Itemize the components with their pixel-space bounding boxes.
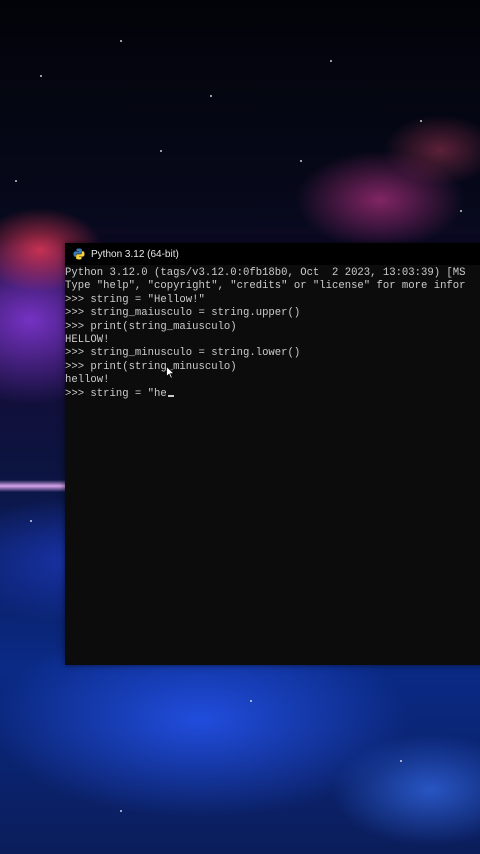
- console-line: Type "help", "copyright", "credits" or "…: [65, 280, 466, 293]
- console-input-text: >>> string = "he: [65, 387, 167, 400]
- console-line: >>> string = "Hellow!": [65, 293, 205, 306]
- python-console-window[interactable]: Python 3.12 (64-bit) Python 3.12.0 (tags…: [65, 243, 480, 665]
- console-output[interactable]: Python 3.12.0 (tags/v3.12.0:0fb18b0, Oct…: [65, 267, 480, 665]
- window-title: Python 3.12 (64-bit): [91, 248, 179, 260]
- console-line: hellow!: [65, 374, 110, 387]
- python-icon: [73, 248, 85, 260]
- star: [15, 180, 17, 182]
- window-titlebar[interactable]: Python 3.12 (64-bit): [65, 243, 480, 265]
- star: [330, 60, 332, 62]
- star: [250, 700, 252, 702]
- star: [300, 160, 302, 162]
- star: [210, 95, 212, 97]
- star: [160, 150, 162, 152]
- star: [400, 760, 402, 762]
- console-line: >>> print(string_maiusculo): [65, 320, 237, 333]
- console-line: HELLOW!: [65, 334, 110, 347]
- star: [40, 75, 42, 77]
- console-line: Python 3.12.0 (tags/v3.12.0:0fb18b0, Oct…: [65, 267, 466, 279]
- mouse-pointer-icon: [166, 365, 176, 384]
- star: [460, 210, 462, 212]
- star: [30, 520, 32, 522]
- planet-horizon-glow: [0, 480, 70, 492]
- star: [120, 40, 122, 42]
- star: [120, 810, 122, 812]
- console-input-line[interactable]: >>> string = "he: [65, 388, 480, 401]
- console-line: >>> string_minusculo = string.lower(): [65, 347, 301, 360]
- console-line: >>> print(string_minusculo): [65, 360, 237, 373]
- star: [420, 120, 422, 122]
- console-line: >>> string_maiusculo = string.upper(): [65, 307, 301, 320]
- text-caret: [167, 394, 174, 397]
